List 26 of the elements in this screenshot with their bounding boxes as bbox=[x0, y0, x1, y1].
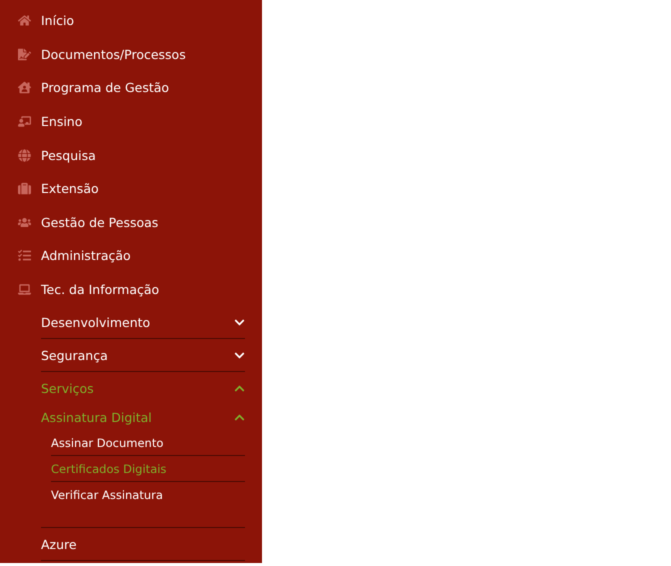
menu-item[interactable]: Documentos/Processos bbox=[0, 38, 262, 72]
document-edit-icon bbox=[17, 48, 32, 61]
submenu-item[interactable]: Segurança bbox=[41, 339, 245, 372]
home-icon bbox=[17, 14, 32, 28]
submenu-link[interactable]: Certificados Digitais bbox=[51, 456, 245, 482]
menu-item[interactable]: Administração bbox=[0, 239, 262, 273]
submenu-item[interactable]: Azure bbox=[41, 528, 245, 562]
submenu-item[interactable]: Desenvolvimento bbox=[41, 306, 245, 340]
menu-item[interactable]: Extensão bbox=[0, 172, 262, 206]
teacher-board-icon bbox=[17, 115, 32, 128]
submenu-link[interactable]: Assinar Documento bbox=[51, 430, 245, 456]
checklist-icon bbox=[17, 249, 32, 262]
menu-item[interactable]: Programa de Gestão bbox=[0, 71, 262, 105]
menu-item[interactable]: Gestão de Pessoas bbox=[0, 206, 262, 240]
laptop-icon bbox=[17, 283, 32, 296]
users-icon bbox=[17, 216, 32, 229]
menu-item[interactable]: Pesquisa bbox=[0, 138, 262, 172]
submenu-item[interactable]: Serviços bbox=[41, 372, 245, 406]
submenu-item[interactable]: Assinatura Digital bbox=[41, 405, 245, 430]
menu-item[interactable]: Tec. da Informação bbox=[0, 272, 262, 306]
house-icon bbox=[17, 81, 32, 94]
submenu-link[interactable]: Verificar Assinatura bbox=[51, 482, 245, 508]
suitcase-icon bbox=[17, 182, 32, 196]
globe-icon bbox=[17, 148, 32, 162]
menu-item[interactable]: Ensino bbox=[0, 104, 262, 138]
menu-item[interactable]: Início bbox=[0, 4, 262, 38]
